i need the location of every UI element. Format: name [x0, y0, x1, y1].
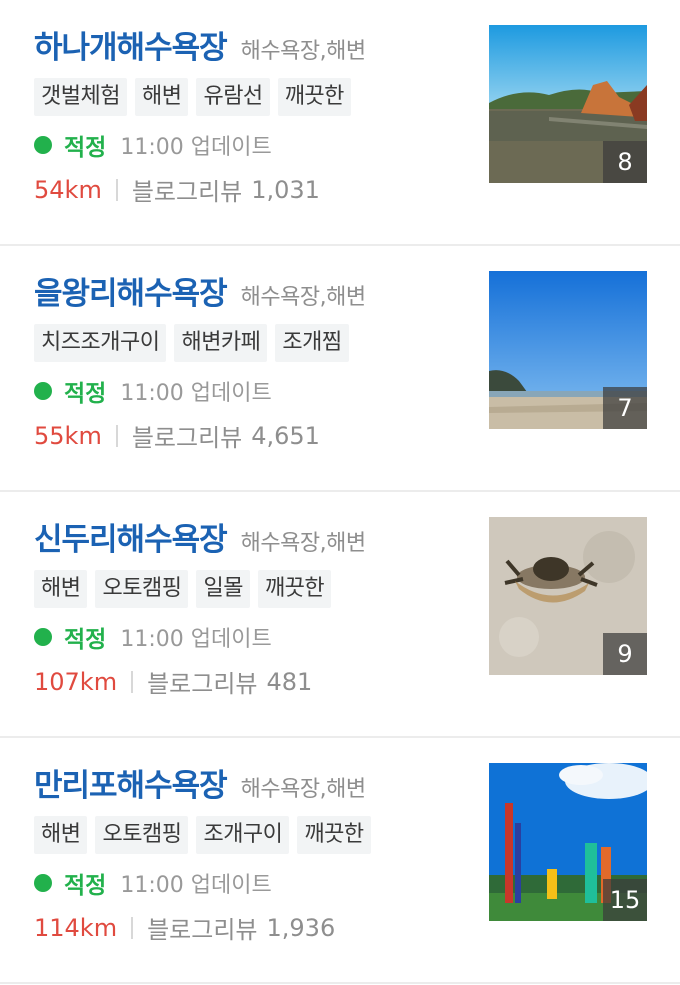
beach-title[interactable]: 하나개해수욕장 — [34, 22, 228, 67]
list-item[interactable]: 만리포해수욕장 해수욕장,해변 해변 오토캠핑 조개구이 깨끗한 적정 11:0… — [0, 738, 680, 984]
blog-review-label: 블로그리뷰 — [131, 424, 243, 452]
distance: 114km — [34, 913, 118, 942]
blog-review-count: 1,936 — [266, 913, 336, 942]
beach-category: 해수욕장,해변 — [240, 531, 366, 556]
tag: 치즈조개구이 — [34, 324, 167, 362]
blog-review-label: 블로그리뷰 — [147, 916, 258, 944]
tag: 깨끗한 — [277, 78, 351, 116]
divider — [131, 670, 134, 693]
blog-review-count: 481 — [266, 667, 313, 696]
tag-list: 갯벌체험 해변 유람선 깨끗한 — [34, 78, 351, 116]
beach-title[interactable]: 만리포해수욕장 — [34, 760, 228, 805]
list-item[interactable]: 을왕리해수욕장 해수욕장,해변 치즈조개구이 해변카페 조개찜 적정 11:00… — [0, 246, 680, 492]
photo-count-badge: 7 — [603, 387, 647, 429]
beach-title[interactable]: 을왕리해수욕장 — [34, 268, 228, 313]
tag: 오토캠핑 — [95, 816, 189, 854]
status-dot-icon — [34, 382, 52, 400]
tag: 해변 — [134, 78, 189, 116]
beach-title[interactable]: 신두리해수욕장 — [34, 514, 228, 559]
update-time: 11:00 업데이트 — [120, 873, 272, 898]
thumbnail[interactable]: 7 — [489, 271, 647, 429]
status-label: 적정 — [64, 873, 107, 899]
status-row: 적정 11:00 업데이트 — [34, 128, 272, 162]
divider — [115, 424, 118, 447]
list-item[interactable]: 신두리해수욕장 해수욕장,해변 해변 오토캠핑 일몰 깨끗한 적정 11:00 … — [0, 492, 680, 738]
tag: 조개찜 — [275, 324, 349, 362]
thumbnail[interactable]: 9 — [489, 517, 647, 675]
update-time: 11:00 업데이트 — [120, 627, 272, 652]
title-row: 하나개해수욕장 해수욕장,해변 — [34, 22, 366, 67]
tag: 해변카페 — [174, 324, 268, 362]
status-label: 적정 — [64, 627, 107, 653]
update-time: 11:00 업데이트 — [120, 381, 272, 406]
meta-row: 107km 블로그리뷰 481 — [34, 664, 312, 699]
meta-row: 54km 블로그리뷰 1,031 — [34, 172, 320, 207]
beach-category: 해수욕장,해변 — [240, 39, 366, 64]
photo-count-badge: 8 — [603, 141, 647, 183]
divider — [131, 916, 134, 939]
thumbnail[interactable]: 15 — [489, 763, 647, 921]
status-label: 적정 — [64, 135, 107, 161]
beach-list: 하나개해수욕장 해수욕장,해변 갯벌체험 해변 유람선 깨끗한 적정 11:00… — [0, 0, 680, 984]
tag-list: 치즈조개구이 해변카페 조개찜 — [34, 324, 349, 362]
tag: 오토캠핑 — [95, 570, 189, 608]
photo-count-badge: 15 — [603, 879, 647, 921]
blog-review-label: 블로그리뷰 — [147, 670, 258, 698]
status-dot-icon — [34, 628, 52, 646]
tag-list: 해변 오토캠핑 조개구이 깨끗한 — [34, 816, 371, 854]
photo-count-badge: 9 — [603, 633, 647, 675]
status-label: 적정 — [64, 381, 107, 407]
blog-review-label: 블로그리뷰 — [131, 178, 243, 206]
blog-review-count: 4,651 — [251, 421, 320, 450]
title-row: 신두리해수욕장 해수욕장,해변 — [34, 514, 366, 559]
title-row: 을왕리해수욕장 해수욕장,해변 — [34, 268, 366, 313]
tag: 갯벌체험 — [34, 78, 127, 116]
tag: 조개구이 — [196, 816, 290, 854]
tag: 깨끗한 — [297, 816, 371, 854]
tag: 유람선 — [196, 78, 270, 116]
blog-review-count: 1,031 — [251, 175, 320, 204]
distance: 54km — [34, 175, 102, 204]
distance: 107km — [34, 667, 118, 696]
tag: 깨끗한 — [257, 570, 332, 608]
status-dot-icon — [34, 136, 52, 154]
tag: 해변 — [34, 570, 88, 608]
tag-list: 해변 오토캠핑 일몰 깨끗한 — [34, 570, 332, 608]
list-item[interactable]: 하나개해수욕장 해수욕장,해변 갯벌체험 해변 유람선 깨끗한 적정 11:00… — [0, 0, 680, 246]
distance: 55km — [34, 421, 102, 450]
status-row: 적정 11:00 업데이트 — [34, 866, 272, 900]
tag: 일몰 — [196, 570, 250, 608]
title-row: 만리포해수욕장 해수욕장,해변 — [34, 760, 366, 805]
meta-row: 114km 블로그리뷰 1,936 — [34, 910, 335, 945]
status-row: 적정 11:00 업데이트 — [34, 374, 272, 408]
divider — [115, 178, 118, 201]
beach-category: 해수욕장,해변 — [240, 285, 366, 310]
meta-row: 55km 블로그리뷰 4,651 — [34, 418, 320, 453]
thumbnail[interactable]: 8 — [489, 25, 647, 183]
beach-category: 해수욕장,해변 — [240, 777, 366, 802]
tag: 해변 — [34, 816, 88, 854]
status-row: 적정 11:00 업데이트 — [34, 620, 272, 654]
status-dot-icon — [34, 874, 52, 892]
update-time: 11:00 업데이트 — [120, 135, 272, 160]
